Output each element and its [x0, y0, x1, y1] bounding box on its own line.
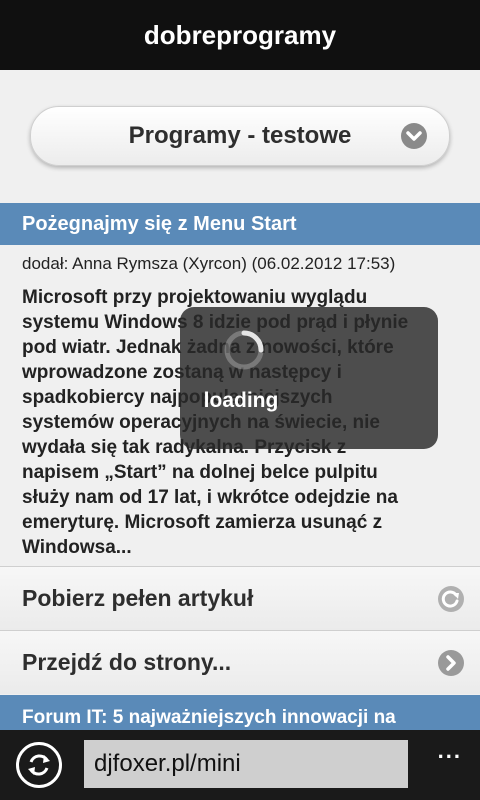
more-menu-button[interactable]: ...	[438, 738, 462, 764]
go-to-page-label: Przejdź do strony...	[22, 649, 232, 675]
go-to-page-button[interactable]: Przejdź do strony...	[0, 630, 480, 694]
next-article-bar[interactable]: Forum IT: 5 najważniejszych innowacji na	[0, 695, 480, 730]
loading-text: loading	[203, 389, 279, 412]
article-line: Windowsa...	[22, 537, 132, 558]
chevron-right-icon	[438, 650, 464, 676]
loading-overlay: loading	[180, 307, 438, 449]
category-select[interactable]: Programy - testowe	[30, 106, 450, 166]
article-line: emeryturę. Microsoft zamierza usunąć z	[22, 512, 383, 533]
address-input[interactable]: djfoxer.pl/mini	[84, 740, 408, 788]
article-line: napisem „Start” na dolnej belce pulpitu	[22, 462, 378, 483]
address-text: djfoxer.pl/mini	[94, 750, 241, 777]
article-meta: dodał: Anna Rymsza (Xyrcon) (06.02.2012 …	[22, 254, 396, 273]
refresh-icon	[28, 754, 50, 776]
article-line: służy nam od 17 lat, i wkrótce odejdzie …	[22, 487, 398, 508]
refresh-arrow-icon	[438, 586, 464, 612]
app-header: dobreprogramy	[0, 0, 480, 70]
full-article-button[interactable]: Pobierz pełen artykuł	[0, 566, 480, 630]
app-title: dobreprogramy	[143, 19, 337, 50]
next-article-title: Forum IT: 5 najważniejszych innowacji na	[22, 707, 396, 728]
chevron-down-icon	[401, 123, 427, 149]
article-title-bar[interactable]: Pożegnajmy się z Menu Start	[0, 203, 480, 245]
spinner-icon	[224, 330, 264, 370]
category-select-label: Programy - testowe	[128, 122, 352, 149]
refresh-button[interactable]	[16, 742, 62, 788]
article-title: Pożegnajmy się z Menu Start	[22, 212, 297, 235]
browser-app-bar: djfoxer.pl/mini ...	[0, 730, 480, 800]
full-article-label: Pobierz pełen artykuł	[22, 585, 254, 611]
